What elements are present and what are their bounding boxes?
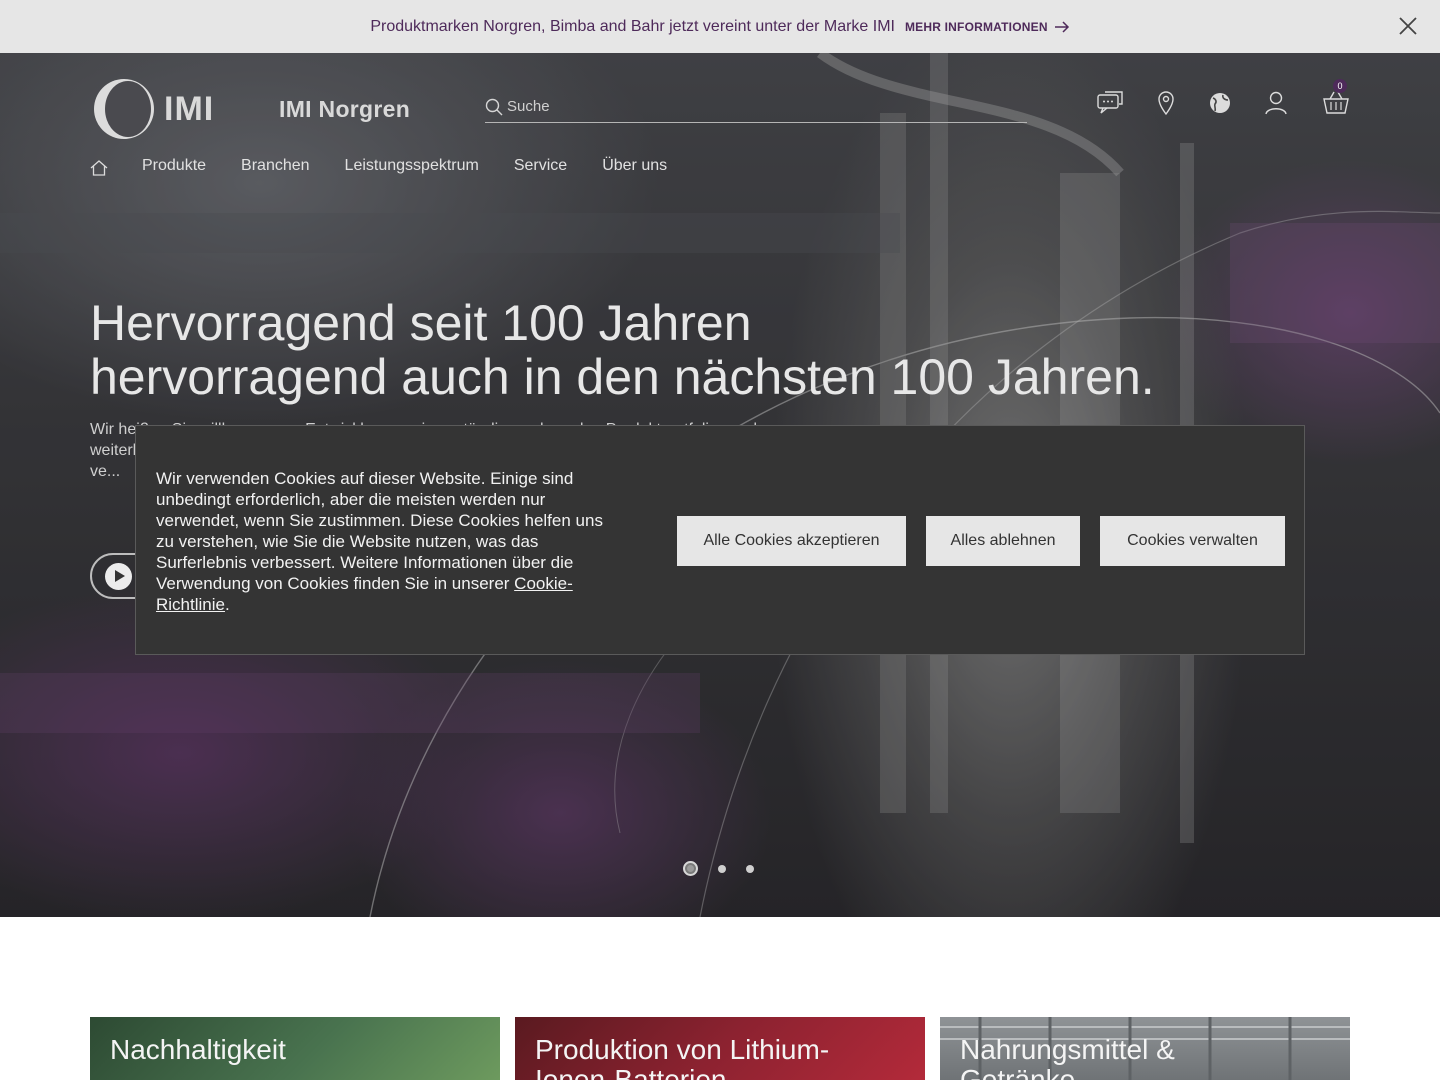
brand-name: IMI Norgren	[279, 96, 411, 122]
cart-icon[interactable]	[1321, 89, 1351, 117]
user-icon[interactable]	[1261, 89, 1291, 117]
close-icon[interactable]	[1396, 14, 1420, 38]
carousel-dot-2[interactable]	[718, 864, 726, 873]
announcement-more-info-link[interactable]: MEHR INFORMATIONEN	[905, 20, 1070, 34]
announcement-link-label: MEHR INFORMATIONEN	[904, 19, 1048, 34]
carousel-pagination	[683, 861, 754, 876]
announcement-text: Produktmarken Norgren, Bimba and Bahr je…	[370, 17, 895, 35]
manage-cookies-button[interactable]: Cookies verwalten	[1100, 516, 1285, 566]
carousel-dot-3[interactable]	[746, 864, 754, 873]
home-icon[interactable]	[90, 159, 108, 177]
feature-cards: Nachhaltigkeit Produktion von Lithium-Io…	[90, 1017, 1350, 1080]
reject-all-cookies-button[interactable]: Alles ablehnen	[926, 516, 1080, 566]
search-icon[interactable]	[485, 98, 503, 116]
imi-logo-mark-icon	[94, 79, 154, 139]
card-title: Nahrungsmittel & Getränke	[960, 1034, 1175, 1080]
card-nahrungsmittel-getraenke[interactable]: Nahrungsmittel & Getränke	[940, 1017, 1350, 1080]
nav-item-leistungsspektrum[interactable]: Leistungsspektrum	[345, 157, 479, 175]
hero-title-line-2: hervorragend auch in den nächsten 100 Ja…	[90, 349, 1155, 405]
hero-title: Hervorragend seit 100 Jahren hervorragen…	[90, 296, 1240, 404]
search-input[interactable]	[507, 98, 1007, 115]
cart-count-badge: 0	[1333, 79, 1347, 93]
cookie-banner: Wir verwenden Cookies auf dieser Website…	[135, 425, 1305, 655]
nav-item-service[interactable]: Service	[514, 157, 567, 175]
play-icon	[105, 563, 132, 590]
hero-title-line-1: Hervorragend seit 100 Jahren	[90, 295, 752, 351]
logo-text: IMI	[164, 89, 215, 128]
search-bar	[485, 91, 1027, 123]
card-title: Nachhaltigkeit	[110, 1034, 286, 1065]
accept-all-cookies-button[interactable]: Alle Cookies akzeptieren	[677, 516, 906, 566]
carousel-dot-1[interactable]	[683, 861, 698, 876]
cookie-banner-text: Wir verwenden Cookies auf dieser Website…	[156, 468, 616, 615]
cookie-text-end: .	[224, 595, 230, 614]
globe-icon[interactable]	[1205, 89, 1235, 117]
main-navigation: Produkte Branchen Leistungsspektrum Serv…	[90, 157, 702, 177]
card-lithium-ionen-batterien[interactable]: Produktion von Lithium-Ionen-Batterien	[515, 1017, 925, 1080]
card-nachhaltigkeit[interactable]: Nachhaltigkeit	[90, 1017, 500, 1080]
announcement-bar: Produktmarken Norgren, Bimba and Bahr je…	[0, 0, 1440, 53]
location-icon[interactable]	[1151, 89, 1181, 117]
imi-logo[interactable]: IMI	[90, 78, 214, 140]
card-title: Produktion von Lithium-Ionen-Batterien	[535, 1034, 830, 1080]
chat-icon[interactable]	[1096, 89, 1126, 117]
nav-item-branchen[interactable]: Branchen	[241, 157, 310, 175]
nav-item-produkte[interactable]: Produkte	[142, 157, 206, 175]
nav-item-ueber-uns[interactable]: Über uns	[602, 157, 667, 175]
arrow-right-icon	[1054, 20, 1069, 33]
